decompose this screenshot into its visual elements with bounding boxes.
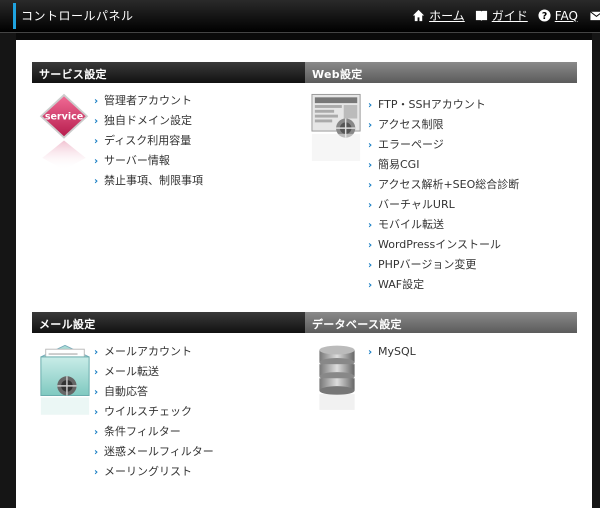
- menu-item[interactable]: › FTP・SSHアカウント: [368, 98, 519, 118]
- menu-item[interactable]: › アクセス制限: [368, 118, 519, 138]
- main-panel: サービス設定 service › 管理者アカウント › 独自ドメイン設定 › デ…: [16, 40, 592, 508]
- menu-item[interactable]: › アクセス解析+SEO総合診断: [368, 178, 519, 198]
- chevron-right-icon: ›: [94, 176, 99, 187]
- menu-item[interactable]: › ディスク利用容量: [94, 134, 203, 154]
- menu-item[interactable]: › WordPressインストール: [368, 238, 519, 258]
- mail-envelope-icon: [40, 344, 90, 415]
- chevron-right-icon: ›: [94, 96, 99, 107]
- chevron-right-icon: ›: [94, 387, 99, 398]
- book-icon: [475, 10, 487, 22]
- menu-item[interactable]: › PHPバージョン変更: [368, 258, 519, 278]
- chevron-right-icon: ›: [368, 200, 373, 211]
- home-icon: [413, 9, 425, 22]
- mail-icon[interactable]: [588, 9, 600, 22]
- mail-section-title: メール設定: [32, 312, 310, 333]
- menu-item[interactable]: › 条件フィルター: [94, 425, 214, 445]
- chevron-right-icon: ›: [94, 407, 99, 418]
- chevron-right-icon: ›: [368, 160, 373, 171]
- right-strip: [592, 33, 600, 508]
- menu-item[interactable]: › バーチャルURL: [368, 198, 519, 218]
- mail-section: メール設定 › メールアカウント › メール転送 › 自動応答 › ウイルスチェ…: [32, 312, 310, 478]
- title-accent: [13, 3, 16, 29]
- nav-home[interactable]: ホーム: [412, 7, 465, 24]
- chevron-right-icon: ›: [94, 347, 99, 358]
- chevron-right-icon: ›: [94, 447, 99, 458]
- chevron-right-icon: ›: [368, 280, 373, 291]
- service-badge-text: service: [45, 112, 83, 123]
- menu-item[interactable]: › メーリングリスト: [94, 465, 214, 485]
- mail-menu: › メールアカウント › メール転送 › 自動応答 › ウイルスチェック › 条件フィルタ…: [94, 345, 214, 485]
- menu-item[interactable]: › モバイル転送: [368, 218, 519, 238]
- chevron-right-icon: ›: [368, 220, 373, 231]
- chevron-right-icon: ›: [368, 260, 373, 271]
- chevron-right-icon: ›: [368, 100, 373, 111]
- nav-faq[interactable]: ? FAQ: [538, 9, 578, 23]
- page-title: コントロールパネル: [21, 9, 134, 23]
- webpage-icon: [311, 93, 361, 161]
- question-icon: ?: [538, 9, 551, 22]
- left-strip: [0, 33, 16, 508]
- menu-item[interactable]: › メールアカウント: [94, 345, 214, 365]
- nav-guide[interactable]: ガイド: [475, 7, 528, 24]
- chevron-right-icon: ›: [94, 116, 99, 127]
- chevron-right-icon: ›: [368, 120, 373, 131]
- chevron-right-icon: ›: [368, 140, 373, 151]
- service-menu: › 管理者アカウント › 独自ドメイン設定 › ディスク利用容量 › サーバー情報 › 禁…: [94, 94, 203, 194]
- top-nav: ホーム ガイド ? FAQ: [412, 7, 600, 24]
- nav-faq-label: FAQ: [554, 8, 578, 23]
- top-bar: コントロールパネル ホーム ガイド ? FAQ: [0, 0, 600, 33]
- chevron-right-icon: ›: [368, 347, 373, 358]
- database-section: データベース設定 › MySQL: [305, 312, 577, 410]
- chevron-right-icon: ›: [94, 136, 99, 147]
- database-icon: [319, 345, 355, 410]
- menu-item[interactable]: › メール転送: [94, 365, 214, 385]
- chevron-right-icon: ›: [368, 240, 373, 251]
- menu-item[interactable]: › ウイルスチェック: [94, 405, 214, 425]
- nav-home-label: ホーム: [429, 9, 465, 23]
- menu-item[interactable]: › WAF設定: [368, 278, 519, 298]
- chevron-right-icon: ›: [368, 180, 373, 191]
- service-section: サービス設定 service › 管理者アカウント › 独自ドメイン設定 › デ…: [32, 62, 310, 187]
- menu-item[interactable]: › 自動応答: [94, 385, 214, 405]
- chevron-right-icon: ›: [94, 367, 99, 378]
- menu-item[interactable]: › 管理者アカウント: [94, 94, 203, 114]
- menu-item[interactable]: › MySQL: [368, 345, 416, 365]
- chevron-right-icon: ›: [94, 427, 99, 438]
- menu-item[interactable]: › 禁止事項、制限事項: [94, 174, 203, 194]
- web-menu: › FTP・SSHアカウント › アクセス制限 › エラーページ › 簡易CGI › アク…: [368, 98, 519, 298]
- chevron-right-icon: ›: [94, 467, 99, 478]
- menu-item[interactable]: › 簡易CGI: [368, 158, 519, 178]
- web-section: Web設定 › FTP・SSHアカウント › アクセス制限 › エラーページ › 簡易C…: [305, 62, 577, 291]
- web-section-title: Web設定: [305, 62, 577, 83]
- menu-item[interactable]: › 迷惑メールフィルター: [94, 445, 214, 465]
- chevron-right-icon: ›: [94, 156, 99, 167]
- menu-item[interactable]: › 独自ドメイン設定: [94, 114, 203, 134]
- menu-item[interactable]: › エラーページ: [368, 138, 519, 158]
- database-menu: › MySQL: [368, 345, 416, 365]
- service-section-title: サービス設定: [32, 62, 310, 83]
- nav-guide-label: ガイド: [491, 9, 528, 23]
- menu-item[interactable]: › サーバー情報: [94, 154, 203, 174]
- svg-text:?: ?: [542, 11, 547, 22]
- service-badge-icon: service: [39, 93, 89, 170]
- database-section-title: データベース設定: [305, 312, 577, 333]
